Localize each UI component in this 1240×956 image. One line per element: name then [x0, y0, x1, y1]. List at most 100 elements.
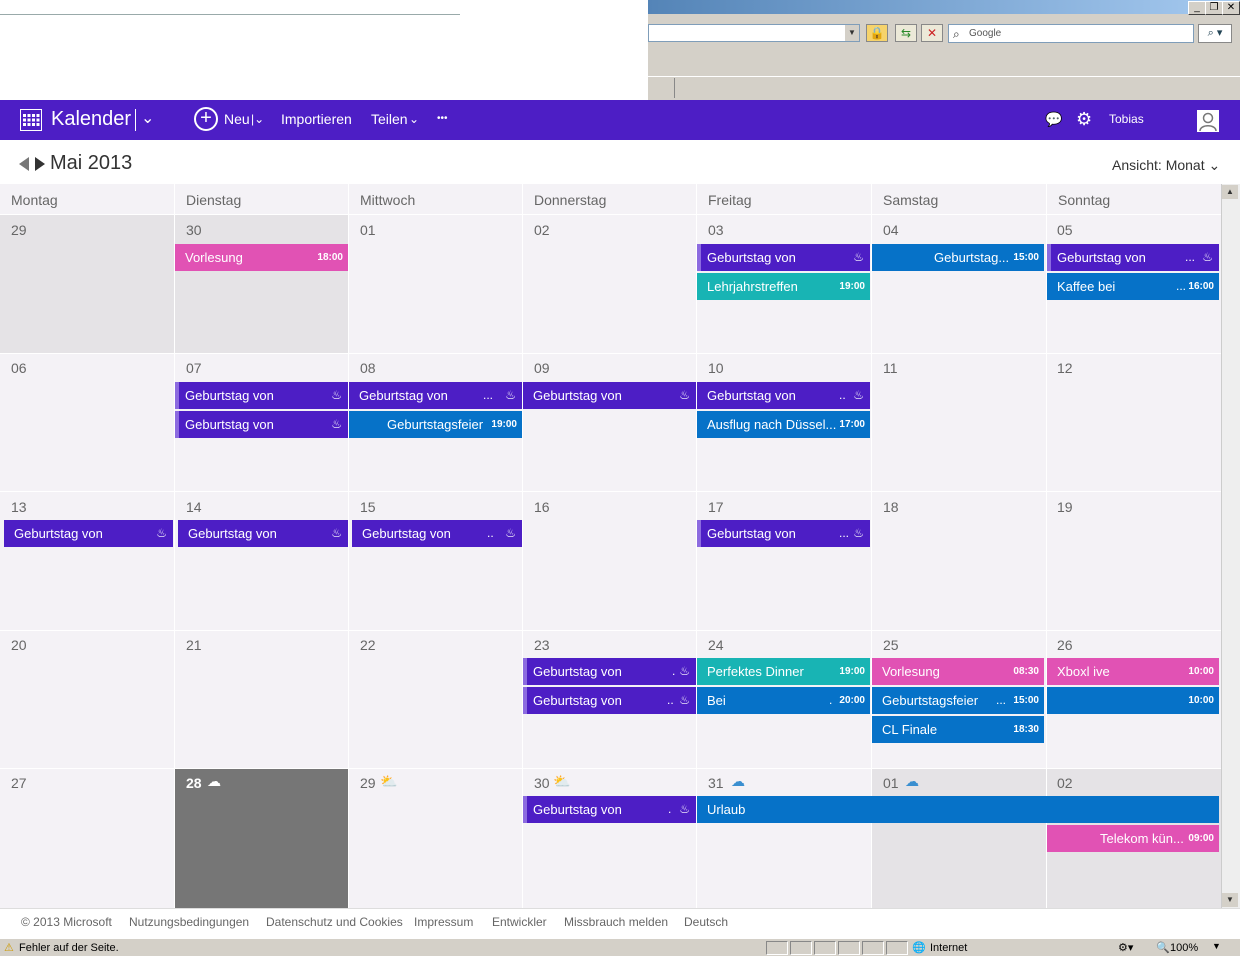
- event-geburtstagsfeier[interactable]: Geburtstagsfeier... 15:00: [872, 687, 1044, 714]
- avatar[interactable]: [1197, 110, 1219, 132]
- event-birthday[interactable]: Geburtstag von. ♨: [523, 658, 696, 685]
- previous-month-button[interactable]: [19, 157, 29, 171]
- event-birthday[interactable]: Geburtstag von.. ♨: [523, 687, 696, 714]
- footer-link-terms[interactable]: Nutzungsbedingungen: [129, 915, 249, 929]
- zoom-level[interactable]: 100%: [1170, 942, 1198, 954]
- protected-mode-icon[interactable]: ⚙▾: [1118, 941, 1133, 954]
- day-number[interactable]: 21: [186, 637, 202, 653]
- security-zone[interactable]: Internet: [930, 942, 967, 954]
- event-birthday[interactable]: Geburtstag von ♨: [178, 520, 348, 547]
- day-number[interactable]: 05: [1057, 222, 1073, 238]
- day-number[interactable]: 30: [186, 222, 202, 238]
- event-birthday[interactable]: Geburtstag von... ♨: [697, 520, 870, 547]
- scroll-up-icon[interactable]: ▲: [1222, 185, 1238, 199]
- event-birthday-multi[interactable]: Geburtstag... 15:00: [872, 244, 1044, 271]
- event-bei[interactable]: Bei. 20:00: [697, 687, 870, 714]
- day-number[interactable]: 22: [360, 637, 376, 653]
- day-number[interactable]: 31: [708, 775, 724, 791]
- event-xbox-live[interactable]: Xboxl ive 10:00: [1047, 658, 1219, 685]
- day-number[interactable]: 04: [883, 222, 899, 238]
- new-dropdown-icon[interactable]: |⌄: [251, 100, 264, 140]
- day-number[interactable]: 29: [11, 222, 27, 238]
- next-month-button[interactable]: [35, 157, 45, 171]
- plus-icon[interactable]: +: [194, 107, 218, 131]
- share-button[interactable]: Teilen: [371, 100, 408, 140]
- address-dropdown-icon[interactable]: ▼: [845, 25, 859, 41]
- refresh-icon[interactable]: ⇆: [895, 24, 917, 42]
- more-button[interactable]: •••: [437, 100, 448, 140]
- scroll-down-icon[interactable]: ▼: [1222, 893, 1238, 907]
- day-number[interactable]: 12: [1057, 360, 1073, 376]
- event-perfektes-dinner[interactable]: Perfektes Dinner 19:00: [697, 658, 870, 685]
- stop-icon[interactable]: ✕: [921, 24, 943, 42]
- day-number[interactable]: 29: [360, 775, 376, 791]
- event-telekom[interactable]: Telekom kün... 09:00: [1047, 825, 1219, 852]
- restore-button[interactable]: ❐: [1205, 1, 1223, 15]
- day-number[interactable]: 30: [534, 775, 550, 791]
- event-vorlesung[interactable]: Vorlesung 18:00: [175, 244, 348, 271]
- new-button[interactable]: Neu: [224, 100, 250, 140]
- day-number[interactable]: 11: [883, 360, 898, 376]
- search-button[interactable]: ⌕ ▾: [1198, 24, 1232, 43]
- day-number[interactable]: 26: [1057, 637, 1073, 653]
- day-number[interactable]: 20: [11, 637, 27, 653]
- scrollbar[interactable]: [1221, 184, 1240, 908]
- status-text[interactable]: Fehler auf der Seite.: [19, 942, 119, 954]
- address-bar[interactable]: ▼: [648, 24, 860, 42]
- footer-link-imprint[interactable]: Impressum: [414, 915, 473, 929]
- day-number[interactable]: 17: [708, 499, 724, 515]
- day-number[interactable]: 23: [534, 637, 550, 653]
- event-kaffee[interactable]: Kaffee bei... 16:00: [1047, 273, 1219, 300]
- event-geburtstagsfeier[interactable]: Geburtstagsfeier 19:00: [349, 411, 522, 438]
- day-number[interactable]: 06: [11, 360, 27, 376]
- event-birthday[interactable]: Geburtstag von ♨: [523, 382, 696, 409]
- close-window-button[interactable]: ✕: [1222, 1, 1240, 15]
- day-number[interactable]: 27: [11, 775, 27, 791]
- day-number[interactable]: 24: [708, 637, 724, 653]
- footer-link-report-abuse[interactable]: Missbrauch melden: [564, 915, 668, 929]
- event-birthday[interactable]: Geburtstag von ♨: [4, 520, 173, 547]
- event-cl-finale[interactable]: CL Finale 18:30: [872, 716, 1044, 743]
- app-title[interactable]: Kalender: [51, 100, 131, 140]
- event-birthday[interactable]: Geburtstag von... ♨: [1047, 244, 1219, 271]
- calendar-grid-icon[interactable]: [20, 109, 42, 131]
- day-number[interactable]: 15: [360, 499, 376, 515]
- day-number[interactable]: 01: [883, 775, 899, 791]
- minimize-button[interactable]: _: [1188, 1, 1206, 15]
- day-number[interactable]: 08: [360, 360, 376, 376]
- warning-icon[interactable]: ⚠: [4, 941, 14, 954]
- event-vorlesung[interactable]: Vorlesung 08:30: [872, 658, 1044, 685]
- day-number[interactable]: 01: [360, 222, 376, 238]
- event-birthday[interactable]: Geburtstag von. ♨: [523, 796, 696, 823]
- event-birthday[interactable]: Geburtstag von ♨: [175, 382, 348, 409]
- day-number[interactable]: 09: [534, 360, 550, 376]
- gear-icon[interactable]: ⚙: [1076, 100, 1092, 140]
- view-selector[interactable]: Ansicht: Monat ⌄: [1112, 157, 1220, 174]
- day-number[interactable]: 07: [186, 360, 202, 376]
- event-birthday[interactable]: Geburtstag von.. ♨: [352, 520, 522, 547]
- day-number[interactable]: 13: [11, 499, 27, 515]
- search-input[interactable]: ⌕ Google: [948, 24, 1194, 43]
- day-number-today[interactable]: 28: [186, 775, 202, 791]
- zoom-dropdown-icon[interactable]: ▼: [1212, 941, 1221, 951]
- event-lehrjahrstreffen[interactable]: Lehrjahrstreffen 19:00: [697, 273, 870, 300]
- import-button[interactable]: Importieren: [281, 100, 352, 140]
- app-switch-chevron-icon[interactable]: ⌄: [141, 100, 154, 140]
- day-number[interactable]: 02: [534, 222, 550, 238]
- footer-link-privacy[interactable]: Datenschutz und Cookies: [266, 915, 403, 929]
- day-number[interactable]: 25: [883, 637, 899, 653]
- event-urlaub[interactable]: Urlaub: [697, 796, 1219, 823]
- event-untitled[interactable]: 10:00: [1047, 687, 1219, 714]
- chat-icon[interactable]: 💬: [1045, 100, 1062, 140]
- day-number[interactable]: 10: [708, 360, 724, 376]
- event-ausflug[interactable]: Ausflug nach Düssel... 17:00: [697, 411, 870, 438]
- day-number[interactable]: 19: [1057, 499, 1073, 515]
- day-number[interactable]: 03: [708, 222, 724, 238]
- user-name[interactable]: Tobias: [1109, 100, 1144, 140]
- event-birthday[interactable]: Geburtstag von ♨: [697, 244, 870, 271]
- footer-link-developers[interactable]: Entwickler: [492, 915, 547, 929]
- lock-icon[interactable]: 🔒: [866, 24, 888, 42]
- event-birthday[interactable]: Geburtstag von.. ♨: [697, 382, 870, 409]
- event-birthday[interactable]: Geburtstag von... ♨: [349, 382, 522, 409]
- day-number[interactable]: 18: [883, 499, 899, 515]
